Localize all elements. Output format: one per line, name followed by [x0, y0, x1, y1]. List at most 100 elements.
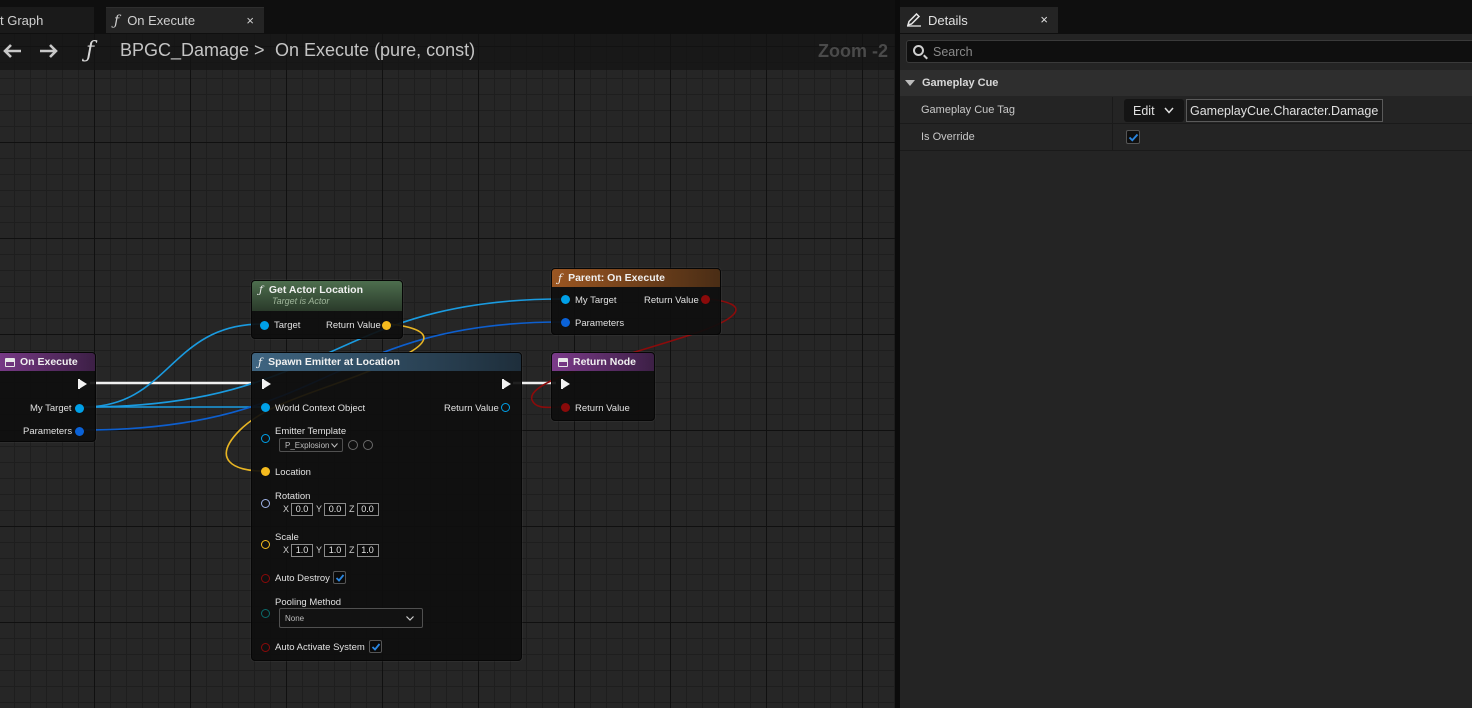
function-icon: ƒ [114, 12, 120, 29]
node-header: ƒ Parent: On Execute [552, 269, 720, 287]
expand-triangle-icon [905, 80, 915, 86]
pin-auto-destroy[interactable] [261, 574, 270, 583]
pin-parameters[interactable] [561, 318, 570, 327]
breadcrumb-blueprint[interactable]: BPGC_Damage [120, 40, 249, 61]
pin-return-value[interactable] [561, 403, 570, 412]
property-label: Gameplay Cue Tag [921, 104, 1015, 116]
pin-location[interactable] [261, 467, 270, 476]
close-icon[interactable]: × [1040, 12, 1048, 27]
pin-label: Return Value [575, 403, 630, 414]
axis-x-label: X [283, 545, 290, 555]
event-icon [5, 357, 15, 367]
category-label: Gameplay Cue [922, 77, 999, 89]
scale-z-input[interactable]: 1.0 [356, 544, 379, 557]
pin-return-value[interactable] [382, 321, 391, 330]
graph-tab-bar: t Graph ƒ On Execute × [0, 0, 895, 34]
pin-my-target[interactable] [561, 295, 570, 304]
property-label: Is Override [921, 131, 975, 143]
pin-label: Auto Activate System [275, 642, 365, 653]
node-title: Spawn Emitter at Location [268, 356, 400, 368]
tab-details[interactable]: Details × [900, 7, 1058, 33]
breadcrumb-function: On Execute (pure, const) [275, 40, 476, 60]
edit-tag-button[interactable]: Edit [1124, 99, 1184, 122]
scale-x-input[interactable]: 1.0 [291, 544, 314, 557]
search-icon [913, 45, 924, 56]
chevron-down-icon [331, 443, 338, 448]
zoom-label: Zoom -2 [818, 41, 888, 61]
function-icon: ƒ [259, 284, 263, 296]
details-pencil-icon [906, 13, 921, 27]
pin-label: My Target [575, 295, 617, 306]
rotation-y-input[interactable]: 0.0 [324, 503, 347, 516]
pooling-method-dropdown[interactable]: None [279, 608, 423, 628]
pin-label: Pooling Method [275, 597, 342, 608]
pin-scale[interactable] [261, 540, 270, 549]
emitter-template-dropdown[interactable]: P_Explosion [279, 438, 343, 452]
exec-in-pin[interactable] [262, 379, 271, 389]
pin-rotation[interactable] [261, 499, 270, 508]
auto-destroy-checkbox[interactable] [333, 571, 346, 584]
column-splitter[interactable] [1112, 124, 1113, 151]
pin-label: Scale [275, 532, 299, 543]
chevron-down-icon [1164, 107, 1174, 114]
pin-parameters[interactable] [75, 427, 84, 436]
exec-in-pin[interactable] [561, 379, 570, 389]
axis-z-label: Z [349, 545, 355, 555]
tab-on-execute[interactable]: ƒ On Execute × [106, 7, 264, 33]
back-arrow-icon[interactable] [2, 43, 22, 59]
pin-return-value[interactable] [701, 295, 710, 304]
gameplay-cue-tag-value[interactable]: GameplayCue.Character.Damage [1186, 99, 1383, 122]
node-title: Get Actor Location [268, 284, 364, 296]
scale-y-input[interactable]: 1.0 [324, 544, 347, 557]
use-selected-icon[interactable] [348, 440, 358, 450]
pin-return-value[interactable] [501, 403, 510, 412]
pin-label: Auto Destroy [275, 573, 330, 584]
tab-label: t Graph [0, 12, 44, 28]
pin-pooling-method[interactable] [261, 609, 270, 618]
forward-arrow-icon[interactable] [39, 43, 59, 59]
pin-label: Parameters [23, 426, 73, 437]
search-input[interactable] [933, 43, 1433, 60]
axis-x-label: X [283, 504, 290, 514]
tab-event-graph[interactable]: t Graph [0, 7, 94, 33]
node-title: Parent: On Execute [568, 272, 665, 284]
pin-my-target[interactable] [75, 404, 84, 413]
exec-out-pin[interactable] [502, 379, 511, 389]
close-icon[interactable]: × [246, 13, 254, 28]
pin-auto-activate[interactable] [261, 643, 270, 652]
pin-emitter-template[interactable] [261, 434, 270, 443]
tab-label: On Execute [127, 13, 196, 28]
rotation-x-input[interactable]: 0.0 [291, 503, 314, 516]
node-on-execute[interactable]: On Execute My Target Parameters [0, 352, 96, 442]
details-search[interactable] [906, 40, 1472, 63]
scale-vector: X 1.0 Y 1.0 Z 1.0 [283, 544, 382, 557]
axis-y-label: Y [316, 545, 323, 555]
pin-target[interactable] [260, 321, 269, 330]
browse-search-icon[interactable] [363, 440, 373, 450]
node-return-node[interactable]: Return Node Return Value [551, 352, 655, 421]
tab-label: Details [928, 12, 968, 28]
checkmark-icon [335, 574, 345, 582]
function-icon: ƒ [258, 355, 263, 369]
is-override-checkbox[interactable] [1126, 130, 1140, 144]
rotation-z-input[interactable]: 0.0 [356, 503, 379, 516]
node-spawn-emitter[interactable]: ƒ Spawn Emitter at Location World Contex… [251, 352, 522, 661]
edit-label: Edit [1133, 103, 1155, 118]
node-parent-on-execute[interactable]: ƒ Parent: On Execute My Target Return Va… [551, 268, 721, 335]
node-get-actor-location[interactable]: ƒ Get Actor Location Target is Actor Tar… [251, 280, 403, 339]
pin-label: Parameters [575, 318, 625, 329]
node-title: On Execute [20, 356, 78, 368]
chevron-down-icon [406, 616, 414, 621]
function-icon: ƒ [558, 271, 563, 285]
pin-label: Target [274, 320, 301, 331]
pin-world-context[interactable] [261, 403, 270, 412]
details-tab-bar: Details × [900, 0, 1472, 34]
exec-out-pin[interactable] [78, 379, 87, 389]
auto-activate-checkbox[interactable] [369, 640, 382, 653]
rotation-vector: X 0.0 Y 0.0 Z 0.0 [283, 503, 382, 516]
category-gameplay-cue[interactable]: Gameplay Cue [900, 70, 1472, 96]
editor-window: t Graph ƒ On Execute × ƒ BPGC_Damage > O… [0, 0, 1472, 708]
pin-label: Location [275, 467, 311, 478]
column-splitter[interactable] [1112, 97, 1113, 124]
pin-label: My Target [30, 403, 72, 414]
